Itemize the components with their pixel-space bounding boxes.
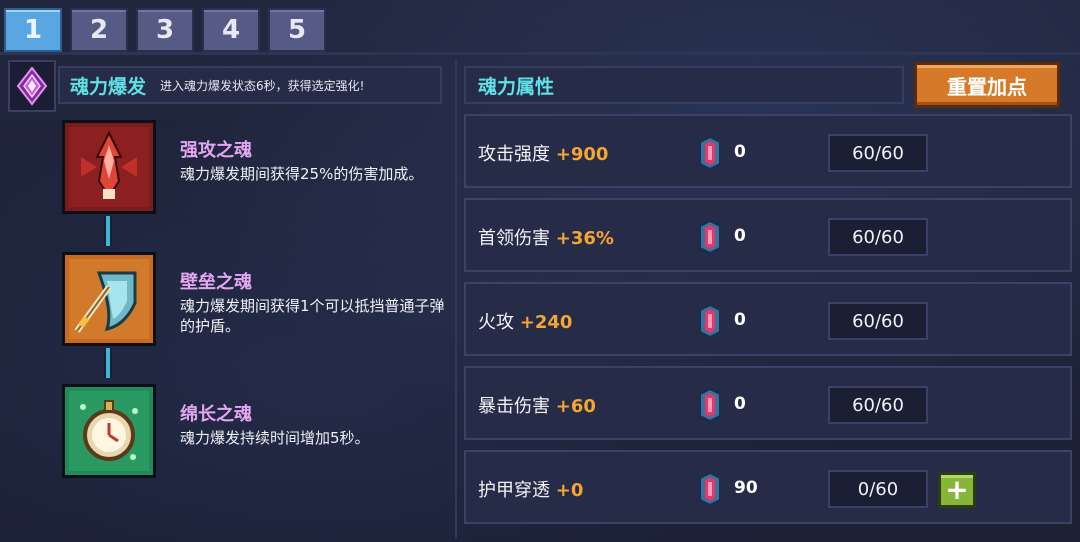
tab-divider xyxy=(0,52,1080,55)
attribute-level: 60/60 xyxy=(828,218,928,256)
soul-gem-icon xyxy=(696,387,724,423)
attributes-header: 魂力属性 xyxy=(464,66,904,104)
attribute-label: 护甲穿透 +0 xyxy=(478,476,583,502)
attribute-name: 攻击强度 xyxy=(478,144,550,165)
attribute-bonus: +0 xyxy=(555,480,584,501)
attribute-level: 60/60 xyxy=(828,386,928,424)
attribute-row: 攻击强度 +900 0 60/60 xyxy=(464,114,1072,188)
burst-title: 魂力爆发 xyxy=(70,75,147,98)
skill-name: 绵长之魂 xyxy=(180,404,252,425)
tab-4[interactable]: 4 xyxy=(202,8,260,52)
attribute-bonus: +240 xyxy=(519,312,573,333)
panel-divider xyxy=(455,60,457,538)
skill-description: 魂力爆发期间获得1个可以抵挡普通子弹的护盾。 xyxy=(180,297,445,335)
skill-description: 魂力爆发持续时间增加5秒。 xyxy=(180,429,370,447)
soul-gem-icon xyxy=(696,303,724,339)
attribute-bonus: +900 xyxy=(555,144,609,165)
gem-count: 90 xyxy=(734,478,758,498)
attribute-name: 暴击伤害 xyxy=(478,396,550,417)
attribute-row: 火攻 +240 0 60/60 xyxy=(464,282,1072,356)
attribute-bonus: +60 xyxy=(555,396,596,417)
reset-points-button[interactable]: 重置加点 xyxy=(914,62,1060,108)
shield-sword-icon[interactable] xyxy=(62,252,156,346)
attributes-title: 魂力属性 xyxy=(478,75,555,98)
tab-3[interactable]: 3 xyxy=(136,8,194,52)
add-point-button[interactable]: + xyxy=(938,472,976,508)
gem-count: 0 xyxy=(734,394,746,414)
burst-description: 进入魂力爆发状态6秒，获得选定强化! xyxy=(160,78,365,93)
attribute-label: 首领伤害 +36% xyxy=(478,224,614,250)
soul-gem-icon xyxy=(696,135,724,171)
skill-description: 魂力爆发期间获得25%的伤害加成。 xyxy=(180,165,424,183)
attribute-name: 首领伤害 xyxy=(478,228,550,249)
attribute-level: 60/60 xyxy=(828,302,928,340)
tab-1[interactable]: 1 xyxy=(4,8,62,52)
purple-diamond-icon xyxy=(8,60,56,112)
stopwatch-icon[interactable] xyxy=(62,384,156,478)
skill-connector xyxy=(104,216,112,246)
skill-name: 强攻之魂 xyxy=(180,140,252,161)
attribute-label: 火攻 +240 xyxy=(478,308,572,334)
gem-count: 0 xyxy=(734,310,746,330)
attribute-bonus: +36% xyxy=(555,228,614,249)
skill-connector xyxy=(104,348,112,378)
gem-count: 0 xyxy=(734,226,746,246)
attribute-label: 暴击伤害 +60 xyxy=(478,392,596,418)
soul-gem-icon xyxy=(696,471,724,507)
tab-bar: 1 2 3 4 5 xyxy=(4,8,326,52)
attribute-name: 护甲穿透 xyxy=(478,480,550,501)
attribute-label: 攻击强度 +900 xyxy=(478,140,608,166)
attribute-name: 火攻 xyxy=(478,312,514,333)
tab-5[interactable]: 5 xyxy=(268,8,326,52)
burst-header: 魂力爆发 进入魂力爆发状态6秒，获得选定强化! xyxy=(58,66,442,104)
attribute-level: 60/60 xyxy=(828,134,928,172)
soul-gem-icon xyxy=(696,219,724,255)
tab-2[interactable]: 2 xyxy=(70,8,128,52)
attribute-level: 0/60 xyxy=(828,470,928,508)
skill-name: 壁垒之魂 xyxy=(180,272,252,293)
red-blade-icon[interactable] xyxy=(62,120,156,214)
attribute-row: 暴击伤害 +60 0 60/60 xyxy=(464,366,1072,440)
gem-count: 0 xyxy=(734,142,746,162)
attribute-row: 护甲穿透 +0 90 0/60 + xyxy=(464,450,1072,524)
attribute-row: 首领伤害 +36% 0 60/60 xyxy=(464,198,1072,272)
